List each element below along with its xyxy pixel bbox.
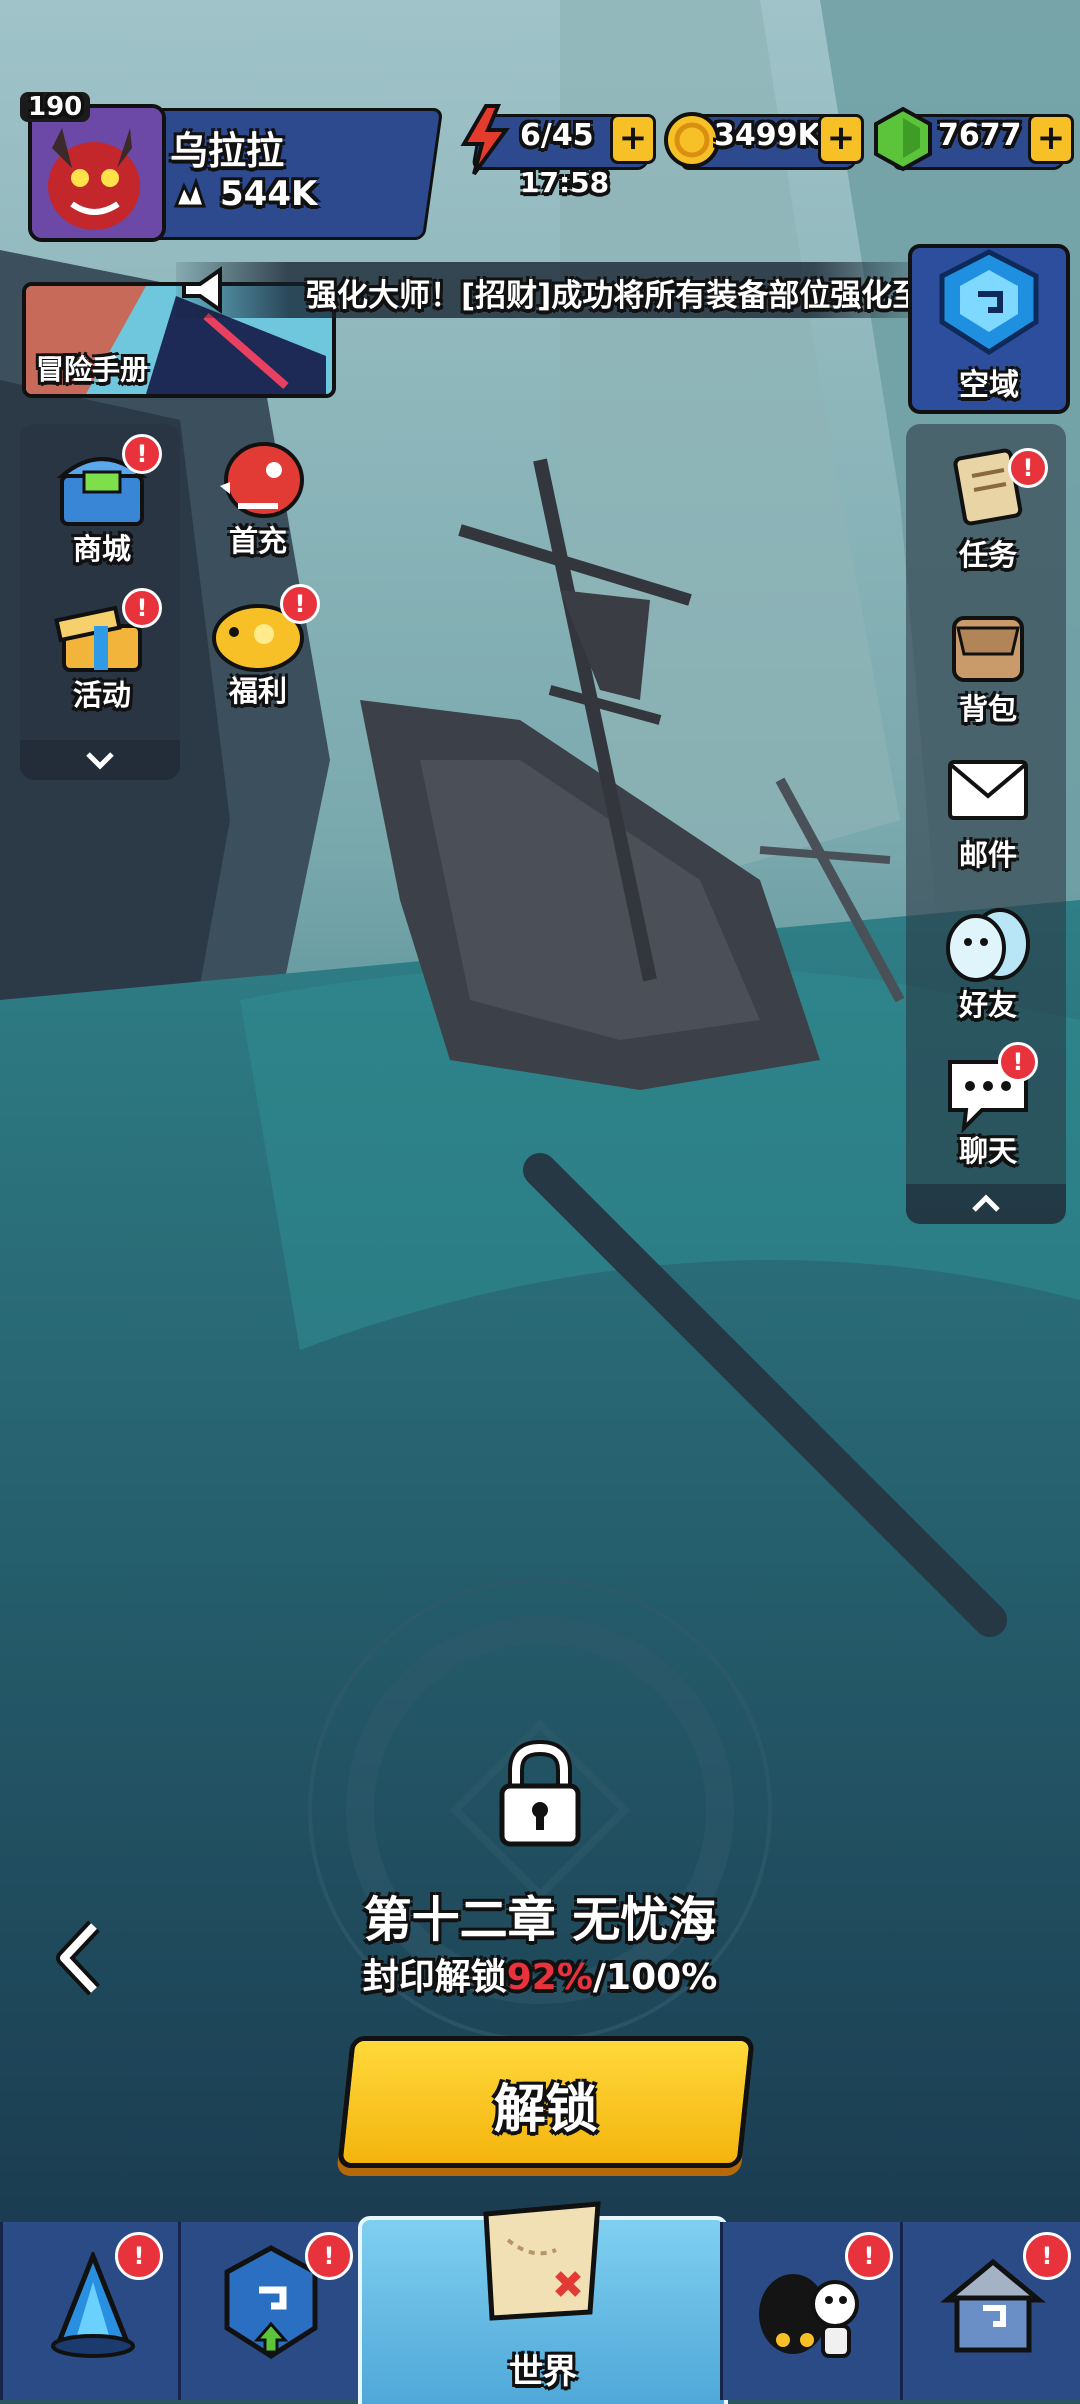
gold-add-button[interactable]: + [818,114,864,164]
gold-value: 3499K [714,118,821,153]
chat-notification-badge: ! [998,1042,1038,1082]
tasks-notification-badge: ! [1008,448,1048,488]
chat-label: 聊天 [958,1134,1017,1168]
nav-heroes-badge: ! [845,2232,893,2280]
handbook-label: 冒险手册 [36,353,149,386]
world-tab-label: 世界 [509,2352,577,2392]
friends-label: 好友 [958,988,1017,1022]
nav-upgrade-badge: ! [305,2232,353,2280]
shop-button[interactable]: ! 商城 [32,434,172,566]
nav-tab-heroes[interactable]: ! [720,2222,903,2400]
shop-label: 商城 [72,532,131,566]
airspace-button[interactable]: 空域 [908,244,1070,414]
events-button[interactable]: ! 活动 [32,584,172,714]
progress-suffix: /100% [592,1957,718,1998]
avatar[interactable] [28,104,166,242]
nav-tab-upgrade[interactable]: ! [178,2222,361,2400]
player-level: 190 [20,92,91,122]
power-icon [170,176,210,216]
previous-chapter-arrow[interactable] [50,1920,110,1996]
chapter-title: 第十二章 无忧海 [363,1892,717,1948]
announcement-ticker: 强化大师！[招财]成功将所有装备部位强化至 [176,262,926,318]
progress-value: 92% [506,1957,593,1998]
welfare-notification-badge: ! [280,584,320,624]
airspace-label: 空域 [959,368,1019,403]
airspace-crest-icon [939,249,1039,355]
unlock-button-label: 解锁 [493,2080,598,2140]
megaphone-icon [182,266,222,314]
unlock-button[interactable]: 解锁 [337,2036,755,2168]
welfare-button[interactable]: ! 福利 [188,584,328,714]
events-notification-badge: ! [122,588,162,628]
chevron-down-icon [86,752,114,770]
gold-coin-icon [664,112,720,168]
bag-label: 背包 [958,692,1017,726]
mail-label: 邮件 [958,838,1017,872]
lightning-icon [460,104,510,176]
events-label: 活动 [72,678,131,712]
nav-base-badge: ! [1023,2232,1071,2280]
chat-button[interactable]: ! 聊天 [918,1040,1058,1170]
first-recharge-label: 首充 [228,524,287,558]
nav-tab-world[interactable]: 世界 [358,2201,728,2404]
energy-timer: 17:58 [520,166,610,199]
avatar-demon-icon [32,108,162,238]
chevron-up-icon [972,1194,1000,1212]
player-name: 乌拉拉 [170,129,285,173]
chapter-lock-icon [490,1739,590,1850]
gem-value: 7677 [938,118,1022,153]
first-recharge-button[interactable]: 首充 [188,434,328,564]
bag-button[interactable]: 背包 [918,592,1058,726]
energy-add-button[interactable]: + [610,114,656,164]
treasure-map-icon [483,2201,601,2321]
backpack-icon [952,616,1024,682]
chevron-left-icon [56,1920,100,1996]
left-menu-collapse-toggle[interactable] [20,740,180,780]
nav-tab-dungeon[interactable]: ! [0,2222,181,2400]
tasks-label: 任务 [958,538,1017,572]
player-power: 544K [220,174,318,214]
dino-mascot-icon [220,442,304,518]
friends-button[interactable]: 好友 [918,892,1058,1022]
mail-button[interactable]: 邮件 [918,742,1058,872]
nav-tab-base[interactable]: ! [900,2222,1080,2400]
welfare-label: 福利 [228,674,287,708]
announcement-text: 强化大师！[招财]成功将所有装备部位强化至 [306,278,924,314]
envelope-icon [948,760,1028,820]
gold-resource[interactable]: 3499K + [662,110,865,170]
tasks-button[interactable]: ! 任务 [918,440,1058,572]
right-menu-collapse-toggle[interactable] [906,1184,1066,1224]
player-card[interactable]: 190 乌拉拉 544K [20,92,444,242]
energy-value: 6/45 [520,118,594,153]
shop-notification-badge: ! [122,434,162,474]
gem-resource[interactable]: 7677 + [872,106,1074,172]
green-gem-icon [874,106,932,172]
chapter-progress: 封印解锁92%/100% [140,1948,940,2000]
progress-prefix: 封印解锁 [362,1957,507,1998]
energy-resource[interactable]: 6/45 + [456,104,657,176]
nav-dungeon-badge: ! [115,2232,163,2280]
gem-add-button[interactable]: + [1028,114,1074,164]
friends-ghost-icon [946,908,1030,982]
